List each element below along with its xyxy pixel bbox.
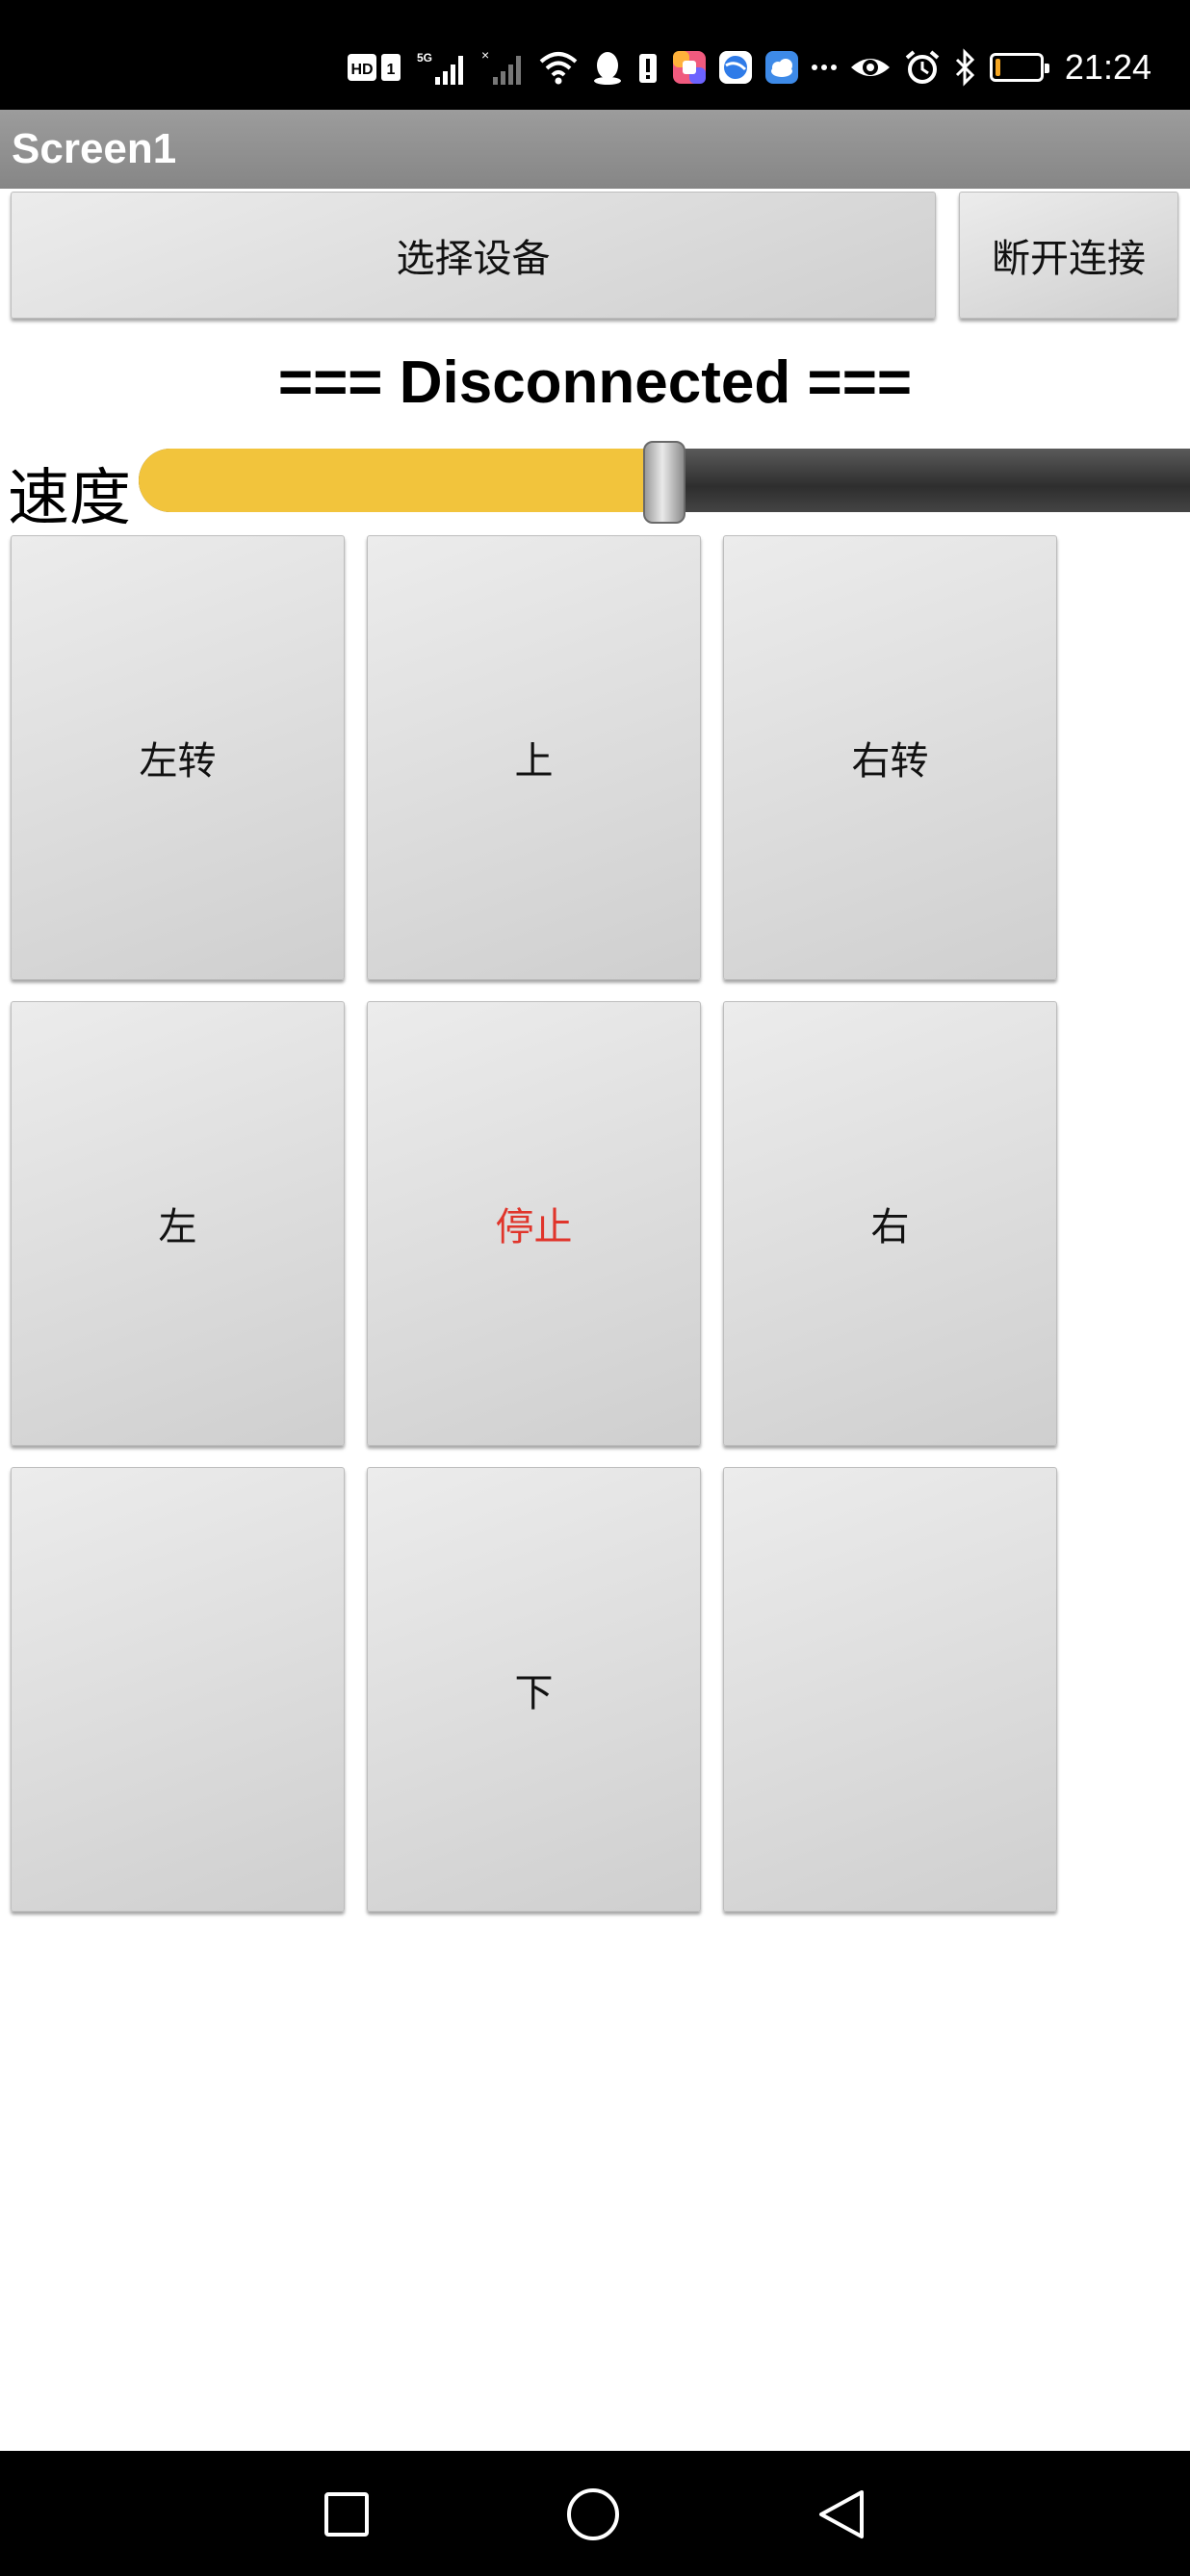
eye-icon xyxy=(849,48,892,87)
status-bar: HD 1 5G × 21:24 xyxy=(0,0,1190,110)
stop-button[interactable]: 停止 xyxy=(367,1001,701,1446)
clock: 21:24 xyxy=(1064,47,1151,87)
hd-icon: HD 1 xyxy=(347,51,404,84)
back-icon[interactable] xyxy=(813,2486,870,2543)
notification-icon xyxy=(635,48,660,87)
signal-icon: × xyxy=(481,48,526,87)
status-icons: HD 1 5G × 21:24 xyxy=(347,39,1151,96)
svg-text:HD: HD xyxy=(350,62,373,78)
wifi-icon xyxy=(537,48,580,87)
signal-5g-icon: 5G xyxy=(416,48,470,87)
right-button[interactable]: 右 xyxy=(723,1001,1057,1446)
weather-icon xyxy=(764,50,799,85)
qq-icon xyxy=(591,48,624,87)
left-button[interactable]: 左 xyxy=(11,1001,345,1446)
slider-fill xyxy=(139,449,664,512)
more-icon xyxy=(811,48,838,87)
home-icon[interactable] xyxy=(564,2486,622,2543)
down-button[interactable]: 下 xyxy=(367,1467,701,1912)
blank-right-button[interactable] xyxy=(723,1467,1057,1912)
title-bar: Screen1 xyxy=(0,110,1190,189)
speed-label: 速度 xyxy=(8,463,131,534)
screen-title: Screen1 xyxy=(12,125,177,172)
up-button[interactable]: 上 xyxy=(367,535,701,980)
svg-text:1: 1 xyxy=(386,62,395,78)
bluetooth-icon xyxy=(953,48,978,87)
turn-left-button[interactable]: 左转 xyxy=(11,535,345,980)
blank-left-button[interactable] xyxy=(11,1467,345,1912)
battery-icon xyxy=(989,53,1049,82)
slider-thumb[interactable] xyxy=(643,441,686,524)
turn-right-button[interactable]: 右转 xyxy=(723,535,1057,980)
navigation-bar xyxy=(0,2451,1190,2576)
alarm-icon xyxy=(903,48,942,87)
connection-status: === Disconnected === xyxy=(277,349,913,416)
app-icon xyxy=(672,50,707,85)
select-device-button[interactable]: 选择设备 xyxy=(11,192,936,319)
speed-slider[interactable] xyxy=(139,441,1190,524)
browser-icon xyxy=(718,50,753,85)
disconnect-button[interactable]: 断开连接 xyxy=(959,192,1178,319)
svg-text:×: × xyxy=(481,48,489,63)
svg-text:5G: 5G xyxy=(417,51,432,64)
recents-icon[interactable] xyxy=(318,2486,375,2543)
